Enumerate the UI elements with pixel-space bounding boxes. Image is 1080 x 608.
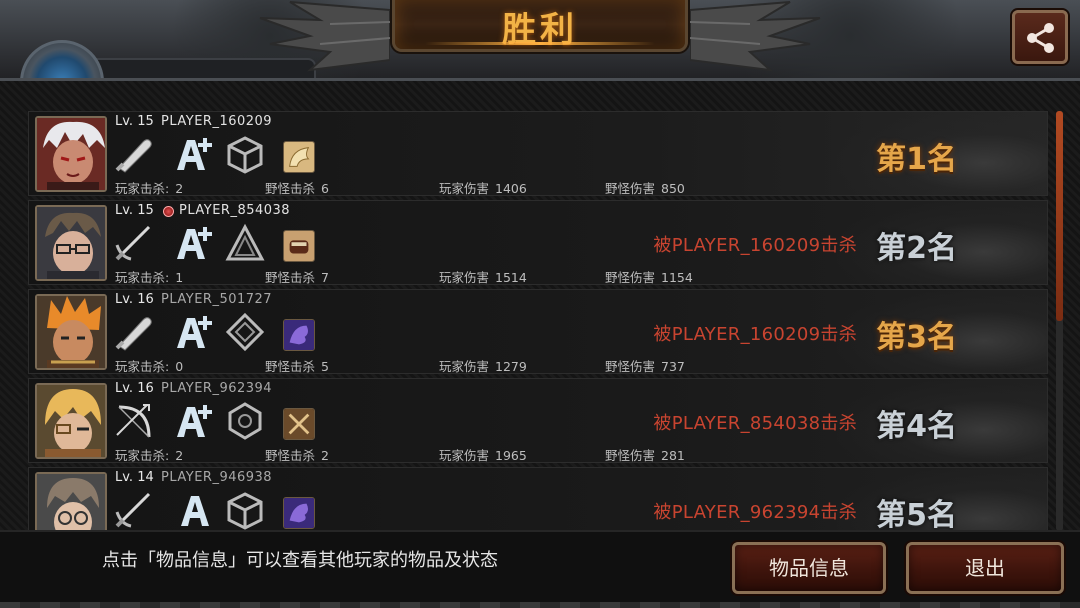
share-icon — [1027, 23, 1054, 53]
monster-kills: 野怪击杀 7 — [265, 270, 329, 285]
rank-label: 第2名 — [876, 231, 957, 266]
player-name: PLAYER_160209 — [161, 114, 273, 129]
title-banner: 胜利 — [392, 0, 688, 52]
player-row[interactable]: Lv. 16 PLAYER_501727 玩家击杀: 0 野怪击杀 5 玩家伤害 12… — [28, 289, 1048, 374]
glove-item-icon — [283, 230, 315, 262]
rank-label: 第1名 — [876, 142, 957, 177]
monster-damage: 野怪伤害 1154 — [605, 270, 693, 285]
monster-damage: 野怪伤害 737 — [605, 359, 685, 374]
banner-glow — [425, 42, 655, 45]
player-damage: 玩家伤害 1514 — [439, 270, 527, 285]
killed-by-label: 被PLAYER_962394击杀 — [653, 502, 857, 523]
hint-text: 点击「物品信息」可以查看其他玩家的物品及状态 — [102, 550, 498, 571]
player-damage: 玩家伤害 1406 — [439, 181, 527, 196]
player-portrait — [35, 205, 107, 281]
bottom-trim — [0, 602, 1080, 608]
player-row[interactable]: Lv. 16 PLAYER_962394 玩家击杀: 2 野怪击杀 2 玩家伤害… — [28, 378, 1048, 463]
player-row[interactable]: Lv. 15 PLAYER_160209 玩家击杀: 2 野怪击杀 6 玩家伤害 14… — [28, 111, 1048, 196]
player-level: Lv. 15 — [115, 114, 154, 129]
player-kills: 玩家击杀: 0 — [115, 359, 184, 374]
diamond-emblem-icon — [225, 312, 265, 352]
results-panel: Lv. 15 PLAYER_160209 玩家击杀: 2 野怪击杀 6 玩家伤害 14… — [0, 78, 1080, 552]
wing-left-icon — [259, 1, 390, 72]
grade-a-plus-icon — [177, 405, 212, 437]
killed-by-label: 被PLAYER_854038击杀 — [653, 413, 857, 434]
monster-damage: 野怪伤害 281 — [605, 448, 685, 463]
monster-damage: 野怪伤害 850 — [605, 181, 685, 196]
rank-label: 第4名 — [876, 409, 957, 444]
footer-bar: 点击「物品信息」可以查看其他玩家的物品及状态 物品信息 退出 — [0, 530, 1080, 608]
player-row[interactable]: Lv. 15 PLAYER_854038 玩家击杀: 1 野怪击杀 7 玩家伤害… — [28, 200, 1048, 285]
killed-by-label: 被PLAYER_160209击杀 — [653, 235, 857, 256]
player-level: Lv. 16 — [115, 381, 154, 396]
player-level: Lv. 15 — [115, 203, 154, 218]
grade-a-plus-icon — [177, 316, 212, 348]
player-kills: 玩家击杀: 1 — [115, 270, 184, 285]
grade-a-plus-icon — [177, 227, 212, 259]
grade-a-icon — [181, 496, 209, 526]
results-list: Lv. 15 PLAYER_160209 玩家击杀: 2 野怪击杀 6 玩家伤害 14… — [28, 111, 1048, 556]
purple-beast-item-icon — [283, 319, 315, 351]
player-damage: 玩家伤害 1279 — [439, 359, 527, 374]
scroll-thumb[interactable] — [1056, 111, 1063, 321]
wing-item-icon — [283, 141, 315, 173]
player-portrait — [35, 383, 107, 459]
bat-icon — [115, 139, 152, 173]
player-name: PLAYER_501727 — [161, 292, 273, 307]
rapier-icon — [115, 492, 151, 528]
bow-icon — [116, 404, 151, 438]
crossed-swords-item-icon — [283, 408, 315, 440]
player-kills: 玩家击杀: 2 — [115, 448, 184, 463]
cube-emblem-icon — [227, 492, 263, 530]
rank-label: 第5名 — [876, 498, 957, 533]
grade-a-plus-icon — [177, 138, 212, 170]
purple-beast-item-icon — [283, 497, 315, 529]
monster-kills: 野怪击杀 2 — [265, 448, 329, 463]
player-portrait — [35, 116, 107, 192]
wing-right-icon — [690, 1, 821, 72]
cube-emblem-icon — [227, 136, 263, 174]
monster-kills: 野怪击杀 5 — [265, 359, 329, 374]
player-name: PLAYER_946938 — [161, 470, 273, 485]
player-kills: 玩家击杀: 2 — [115, 181, 184, 196]
exit-button[interactable]: 退出 — [906, 542, 1064, 594]
rank-label: 第3名 — [876, 320, 957, 355]
share-button[interactable] — [1012, 10, 1068, 64]
player-level: Lv. 16 — [115, 292, 154, 307]
player-name: PLAYER_854038 — [179, 203, 291, 218]
player-portrait — [35, 294, 107, 370]
scrollbar[interactable] — [1056, 111, 1063, 531]
monster-kills: 野怪击杀 6 — [265, 181, 329, 196]
player-damage: 玩家伤害 1965 — [439, 448, 527, 463]
triangle-emblem-icon — [225, 223, 265, 261]
hexagon-emblem-icon — [228, 402, 262, 440]
rapier-icon — [115, 225, 151, 261]
self-marker-icon — [163, 206, 174, 217]
player-name: PLAYER_962394 — [161, 381, 273, 396]
bat-icon — [115, 317, 152, 351]
killed-by-label: 被PLAYER_160209击杀 — [653, 324, 857, 345]
item-info-button[interactable]: 物品信息 — [732, 542, 886, 594]
player-level: Lv. 14 — [115, 470, 154, 485]
